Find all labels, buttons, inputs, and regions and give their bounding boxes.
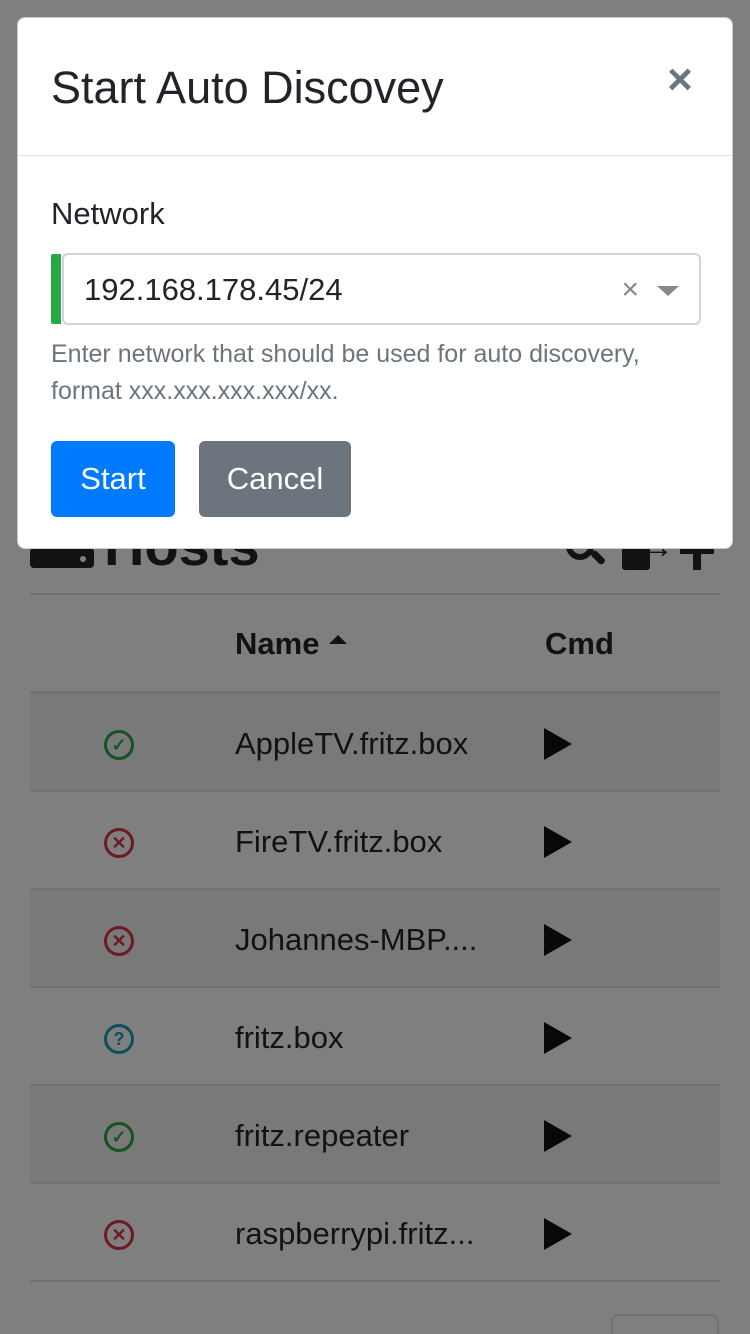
auto-discovery-modal: Start Auto Discovey × Network 192.168.17… [17,17,733,549]
clear-icon[interactable]: × [621,272,639,308]
network-select[interactable]: 192.168.178.45/24 × [62,253,701,325]
modal-header: Start Auto Discovey × [18,18,732,156]
chevron-down-icon[interactable] [657,286,679,296]
modal-title: Start Auto Discovey [51,62,444,113]
network-select-value: 192.168.178.45/24 [84,272,343,307]
cancel-button[interactable]: Cancel [199,441,351,517]
start-button[interactable]: Start [51,441,175,517]
valid-indicator [51,254,61,324]
network-help-text: Enter network that should be used for au… [51,340,640,405]
network-label: Network [51,196,165,231]
close-icon[interactable]: × [662,58,698,102]
